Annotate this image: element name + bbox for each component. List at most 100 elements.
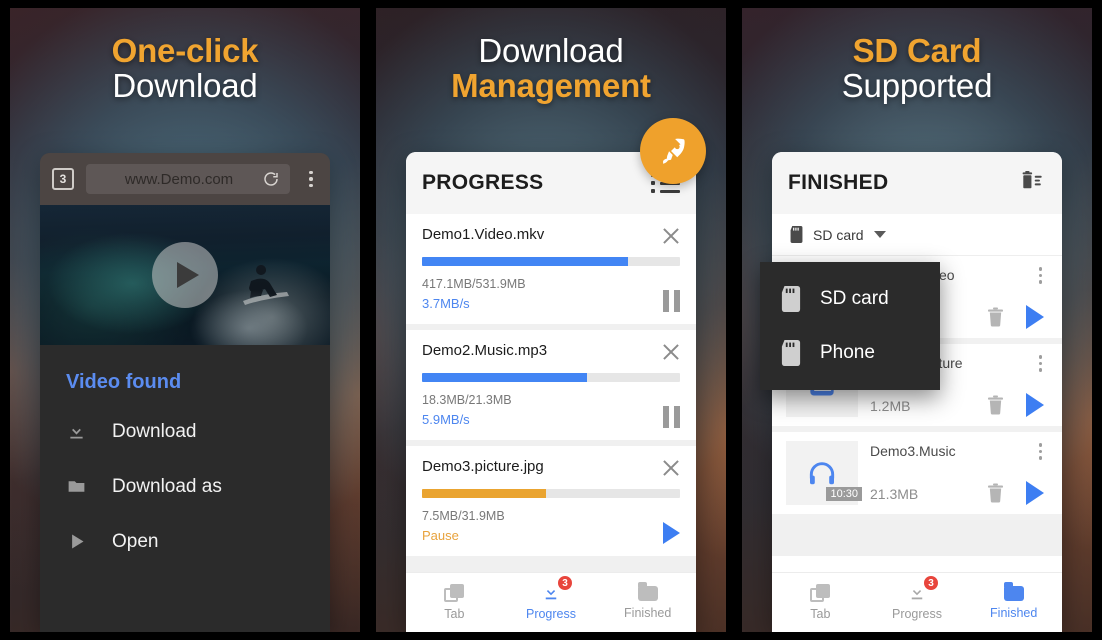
nav-item-progress[interactable]: 3 Progress bbox=[503, 573, 600, 632]
dropdown-option-label: Phone bbox=[820, 342, 875, 363]
download-name: Demo1.Video.mkv bbox=[422, 226, 545, 243]
sheet-title: Video found bbox=[66, 371, 182, 393]
storage-selector[interactable]: SD card bbox=[772, 214, 1062, 256]
reload-icon[interactable] bbox=[262, 170, 280, 188]
panel-headline: One-click Download bbox=[10, 8, 360, 104]
browser-mockup: 3 www.Demo.com Video found Download Down… bbox=[40, 153, 330, 632]
storage-label: SD card bbox=[813, 226, 864, 243]
panel-headline: SD Card Supported bbox=[742, 8, 1092, 104]
play-icon[interactable] bbox=[1026, 481, 1044, 505]
file-name: Demo3.Music bbox=[870, 443, 956, 459]
sheet-item-open[interactable]: Open bbox=[40, 514, 330, 569]
nav-item-finished[interactable]: Finished bbox=[965, 573, 1062, 632]
download-size: 417.1MB/531.9MB bbox=[422, 277, 526, 291]
sheet-item-label: Open bbox=[112, 530, 159, 552]
folder-icon bbox=[1003, 581, 1024, 601]
download-icon bbox=[66, 421, 96, 442]
promo-panel-one-click: One-click Download 3 www.Demo.com Video … bbox=[10, 8, 360, 632]
panel-headline: Download Management bbox=[376, 8, 726, 104]
headline-line-2: Download bbox=[112, 66, 258, 104]
download-status: 3.7MB/s bbox=[422, 296, 470, 312]
nav-item-tab[interactable]: Tab bbox=[406, 573, 503, 632]
kebab-menu-icon[interactable] bbox=[1033, 441, 1049, 462]
surfer-silhouette-icon bbox=[243, 265, 290, 305]
browser-menu-icon[interactable] bbox=[302, 170, 320, 188]
nav-badge: 3 bbox=[557, 575, 574, 591]
finished-app-card: FINISHED SD card 1.2MB 10:30 Demo3.Music… bbox=[772, 152, 1062, 632]
trash-icon[interactable] bbox=[987, 307, 1004, 327]
delete-list-icon[interactable] bbox=[1020, 170, 1046, 197]
download-row[interactable]: Demo1.Video.mkv 417.1MB/531.9MB 3.7MB/s bbox=[406, 214, 696, 330]
file-size: 21.3MB bbox=[870, 486, 919, 502]
download-size: 7.5MB/31.9MB bbox=[422, 508, 505, 523]
download-status: Pause bbox=[422, 528, 459, 544]
download-status: 5.9MB/s bbox=[422, 412, 470, 428]
sheet-item-label: Download bbox=[112, 420, 197, 442]
progress-track bbox=[422, 488, 680, 498]
close-icon[interactable] bbox=[662, 343, 680, 361]
page-title: PROGRESS bbox=[422, 171, 544, 194]
headline-line-2: Supported bbox=[841, 66, 993, 104]
progress-fill bbox=[422, 372, 588, 382]
dropdown-option-phone[interactable]: Phone bbox=[760, 326, 940, 380]
promo-panel-sd-card: SD Card Supported FINISHED SD card 1.2MB… bbox=[742, 8, 1092, 632]
file-size: 1.2MB bbox=[870, 398, 911, 414]
dropdown-option-sd-card[interactable]: SD card bbox=[760, 272, 940, 326]
play-icon[interactable] bbox=[663, 521, 680, 544]
nav-item-progress[interactable]: 3 Progress bbox=[869, 573, 966, 632]
headphones-icon bbox=[809, 462, 835, 485]
kebab-menu-icon[interactable] bbox=[1033, 265, 1049, 286]
list-filler bbox=[772, 520, 1062, 556]
download-row[interactable]: Demo3.picture.jpg 7.5MB/31.9MB Pause bbox=[406, 445, 696, 562]
nav-item-tab[interactable]: Tab bbox=[772, 573, 869, 632]
video-thumbnail[interactable] bbox=[40, 205, 330, 345]
nav-label: Tab bbox=[444, 607, 465, 621]
pause-icon[interactable] bbox=[663, 405, 680, 428]
rocket-fab-button[interactable] bbox=[640, 118, 706, 184]
progress-fill bbox=[422, 488, 546, 498]
promo-panel-download-management: Download Management PROGRESS Demo1.Video… bbox=[376, 8, 726, 632]
finished-row[interactable]: 10:30 Demo3.Music 21.3MB bbox=[772, 432, 1062, 520]
bottom-navigation: Tab 3 Progress Finished bbox=[406, 572, 696, 632]
nav-label: Progress bbox=[891, 607, 943, 621]
bottom-navigation: Tab 3 Progress Finished bbox=[772, 572, 1062, 632]
sheet-item-download[interactable]: Download bbox=[40, 404, 330, 459]
headline-line-2: Management bbox=[451, 66, 651, 104]
sd-card-icon bbox=[790, 226, 803, 243]
video-play-button[interactable] bbox=[152, 242, 218, 308]
app-header: FINISHED bbox=[772, 152, 1062, 214]
download-action-sheet: Video found Download Download as Open bbox=[40, 345, 330, 632]
close-icon[interactable] bbox=[662, 227, 680, 245]
folder-icon bbox=[66, 476, 96, 497]
rocket-icon bbox=[663, 138, 685, 164]
page-title: FINISHED bbox=[788, 171, 889, 194]
sheet-item-label: Download as bbox=[112, 475, 222, 497]
sd-card-icon bbox=[781, 286, 801, 312]
play-triangle-icon bbox=[66, 531, 96, 552]
nav-label: Progress bbox=[525, 607, 577, 621]
tab-count-button[interactable]: 3 bbox=[52, 168, 74, 190]
pause-icon[interactable] bbox=[663, 289, 680, 312]
trash-icon[interactable] bbox=[987, 483, 1004, 503]
nav-item-finished[interactable]: Finished bbox=[599, 573, 696, 632]
progress-track bbox=[422, 257, 680, 266]
kebab-menu-icon[interactable] bbox=[1033, 353, 1049, 374]
storage-dropdown-menu[interactable]: SD card Phone bbox=[760, 262, 940, 390]
nav-label: Finished bbox=[624, 605, 672, 620]
browser-toolbar: 3 www.Demo.com bbox=[40, 153, 330, 205]
download-name: Demo2.Music.mp3 bbox=[422, 341, 548, 359]
close-icon[interactable] bbox=[662, 459, 680, 477]
sheet-item-download-as[interactable]: Download as bbox=[40, 459, 330, 514]
play-icon[interactable] bbox=[1026, 305, 1044, 329]
download-row[interactable]: Demo2.Music.mp3 18.3MB/21.3MB 5.9MB/s bbox=[406, 329, 696, 446]
chevron-down-icon[interactable] bbox=[873, 231, 886, 238]
trash-icon[interactable] bbox=[987, 395, 1004, 415]
screenshot-stage: One-click Download 3 www.Demo.com Video … bbox=[0, 0, 1102, 640]
tabs-icon bbox=[444, 584, 465, 602]
play-icon[interactable] bbox=[1026, 393, 1044, 417]
dropdown-option-label: SD card bbox=[820, 288, 889, 309]
duration-badge: 10:30 bbox=[826, 487, 862, 501]
address-bar[interactable]: www.Demo.com bbox=[86, 164, 290, 194]
nav-badge: 3 bbox=[923, 575, 940, 591]
url-text: www.Demo.com bbox=[124, 170, 234, 188]
